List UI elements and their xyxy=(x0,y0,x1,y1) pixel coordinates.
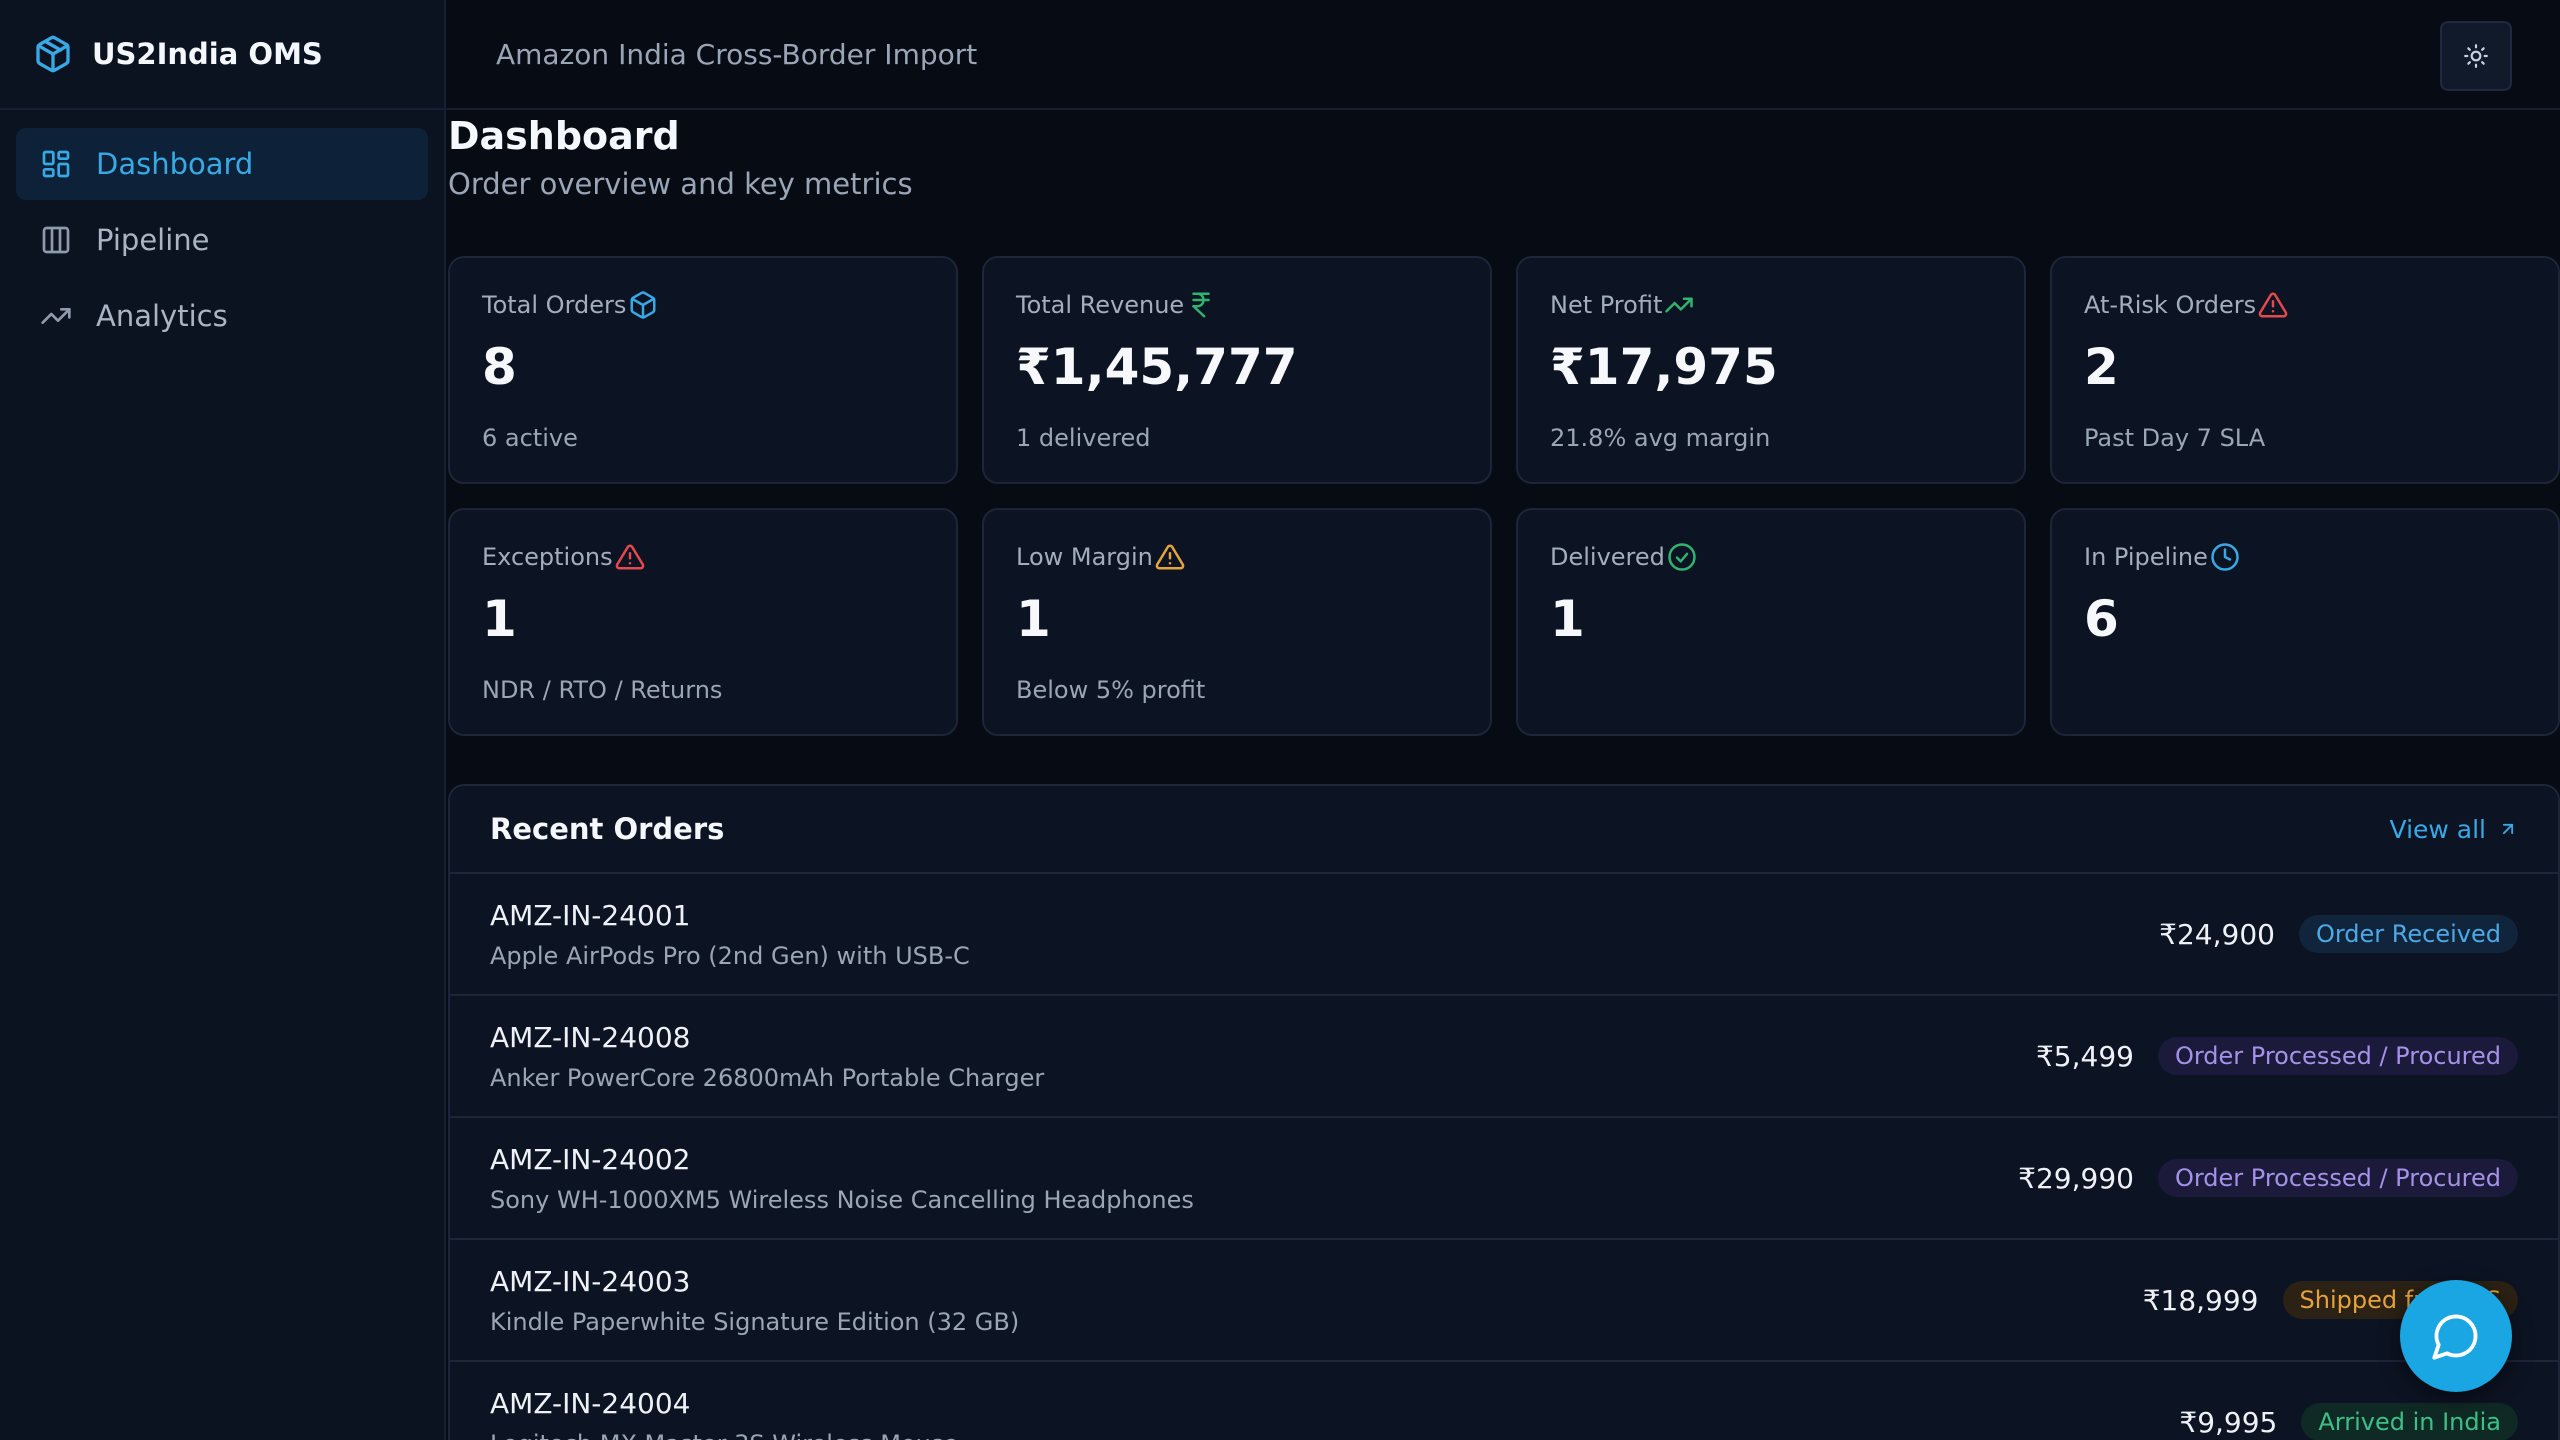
card-value: 1 xyxy=(482,590,517,648)
app-title: US2India OMS xyxy=(92,37,323,71)
card-label: Total Revenue xyxy=(1016,291,1185,319)
warning-icon xyxy=(2256,290,2288,320)
sidebar-item-pipeline[interactable]: Pipeline xyxy=(16,204,428,276)
order-product: Logitech MX Master 3S Wireless Mouse xyxy=(490,1430,958,1440)
sidebar-nav: Dashboard Pipeline Analytics xyxy=(0,110,444,374)
order-product: Anker PowerCore 26800mAh Portable Charge… xyxy=(490,1063,1045,1092)
sidebar: US2India OMS Dashboard Pipeline Analytic… xyxy=(0,0,446,1440)
sidebar-item-label: Analytics xyxy=(96,299,228,333)
metric-card-net-profit: Net Profit ₹17,975 21.8% avg margin xyxy=(1516,256,2026,484)
order-product: Apple AirPods Pro (2nd Gen) with USB-C xyxy=(490,941,970,970)
card-value: 8 xyxy=(482,338,517,396)
package-icon xyxy=(33,34,73,74)
package-icon xyxy=(626,290,658,320)
brand: US2India OMS xyxy=(0,0,444,110)
sidebar-item-label: Pipeline xyxy=(96,223,210,257)
view-all-label: View all xyxy=(2389,814,2486,844)
card-note: 21.8% avg margin xyxy=(1550,424,1771,452)
card-label: Low Margin xyxy=(1016,543,1153,571)
card-label: At-Risk Orders xyxy=(2084,291,2257,319)
sun-icon xyxy=(2463,43,2489,69)
clock-icon xyxy=(2208,542,2240,572)
rupee-icon xyxy=(1184,290,1216,320)
order-row[interactable]: AMZ-IN-24003 Kindle Paperwhite Signature… xyxy=(450,1240,2558,1362)
card-label: Net Profit xyxy=(1550,291,1663,319)
card-value: 1 xyxy=(1550,590,1585,648)
order-id: AMZ-IN-24001 xyxy=(490,898,691,932)
chat-button[interactable] xyxy=(2400,1280,2512,1392)
check-circle-icon xyxy=(1665,542,1697,572)
trending-up-icon xyxy=(1662,290,1694,320)
columns-icon xyxy=(40,224,72,256)
sidebar-item-analytics[interactable]: Analytics xyxy=(16,280,428,352)
card-label: In Pipeline xyxy=(2084,543,2208,571)
metric-card-in-pipeline: In Pipeline 6 xyxy=(2050,508,2560,736)
order-row[interactable]: AMZ-IN-24002 Sony WH-1000XM5 Wireless No… xyxy=(450,1118,2558,1240)
order-id: AMZ-IN-24004 xyxy=(490,1386,691,1420)
status-badge: Order Processed / Procured xyxy=(2157,1159,2518,1197)
page-title: Dashboard xyxy=(448,114,680,158)
arrow-up-right-icon xyxy=(2486,819,2518,839)
sidebar-item-dashboard[interactable]: Dashboard xyxy=(16,128,428,200)
page-subtitle: Order overview and key metrics xyxy=(448,167,913,201)
status-badge: Order Processed / Procured xyxy=(2157,1037,2518,1075)
dashboard-grid-icon xyxy=(40,148,72,180)
topbar: Amazon India Cross-Border Import xyxy=(446,0,2560,110)
view-all-link[interactable]: View all xyxy=(2390,815,2518,844)
theme-toggle-button[interactable] xyxy=(2440,21,2512,91)
card-note: Below 5% profit xyxy=(1016,676,1206,704)
recent-orders-header: Recent Orders View all xyxy=(450,786,2558,874)
order-amount: ₹18,999 xyxy=(2142,1283,2259,1317)
card-value: 2 xyxy=(2084,338,2119,396)
status-badge: Arrived in India xyxy=(2301,1403,2518,1440)
metric-card-total-orders: Total Orders 8 6 active xyxy=(448,256,958,484)
card-value: ₹1,45,777 xyxy=(1016,338,1298,396)
metric-card-delivered: Delivered 1 xyxy=(1516,508,2026,736)
sidebar-item-label: Dashboard xyxy=(96,147,254,181)
recent-orders-title: Recent Orders xyxy=(490,812,725,846)
order-row[interactable]: AMZ-IN-24004 Logitech MX Master 3S Wirel… xyxy=(450,1362,2558,1440)
card-label: Total Orders xyxy=(482,291,627,319)
card-label: Delivered xyxy=(1550,543,1665,571)
order-row[interactable]: AMZ-IN-24001 Apple AirPods Pro (2nd Gen)… xyxy=(450,874,2558,996)
order-amount: ₹5,499 xyxy=(2035,1039,2134,1073)
order-id: AMZ-IN-24008 xyxy=(490,1020,691,1054)
order-amount: ₹24,900 xyxy=(2159,917,2275,951)
trending-up-icon xyxy=(40,300,72,332)
status-badge: Order Received xyxy=(2298,915,2518,953)
order-amount: ₹29,990 xyxy=(2018,1161,2134,1195)
card-value: 1 xyxy=(1016,590,1051,648)
order-amount: ₹9,995 xyxy=(2179,1405,2278,1439)
card-value: ₹17,975 xyxy=(1550,338,1778,396)
topbar-title: Amazon India Cross-Border Import xyxy=(496,37,978,71)
warning-icon xyxy=(613,542,645,572)
order-product: Kindle Paperwhite Signature Edition (32 … xyxy=(490,1307,1020,1336)
card-note: Past Day 7 SLA xyxy=(2084,424,2266,452)
order-id: AMZ-IN-24002 xyxy=(490,1142,691,1176)
metric-card-low-margin: Low Margin 1 Below 5% profit xyxy=(982,508,1492,736)
order-id: AMZ-IN-24003 xyxy=(490,1264,691,1298)
order-product: Sony WH-1000XM5 Wireless Noise Cancellin… xyxy=(490,1185,1194,1214)
main-content: Dashboard Order overview and key metrics… xyxy=(448,112,2560,1440)
card-note: 6 active xyxy=(482,424,578,452)
metric-card-at-risk: At-Risk Orders 2 Past Day 7 SLA xyxy=(2050,256,2560,484)
recent-orders-panel: Recent Orders View all AMZ-IN-24001 Appl… xyxy=(448,784,2560,1440)
card-note: NDR / RTO / Returns xyxy=(482,676,723,704)
warning-icon xyxy=(1153,542,1185,572)
card-note: 1 delivered xyxy=(1016,424,1151,452)
metric-card-exceptions: Exceptions 1 NDR / RTO / Returns xyxy=(448,508,958,736)
order-row[interactable]: AMZ-IN-24008 Anker PowerCore 26800mAh Po… xyxy=(450,996,2558,1118)
card-label: Exceptions xyxy=(482,543,613,571)
card-value: 6 xyxy=(2084,590,2119,648)
metric-card-total-revenue: Total Revenue ₹1,45,777 1 delivered xyxy=(982,256,1492,484)
chat-bubble-icon xyxy=(2430,1310,2482,1362)
